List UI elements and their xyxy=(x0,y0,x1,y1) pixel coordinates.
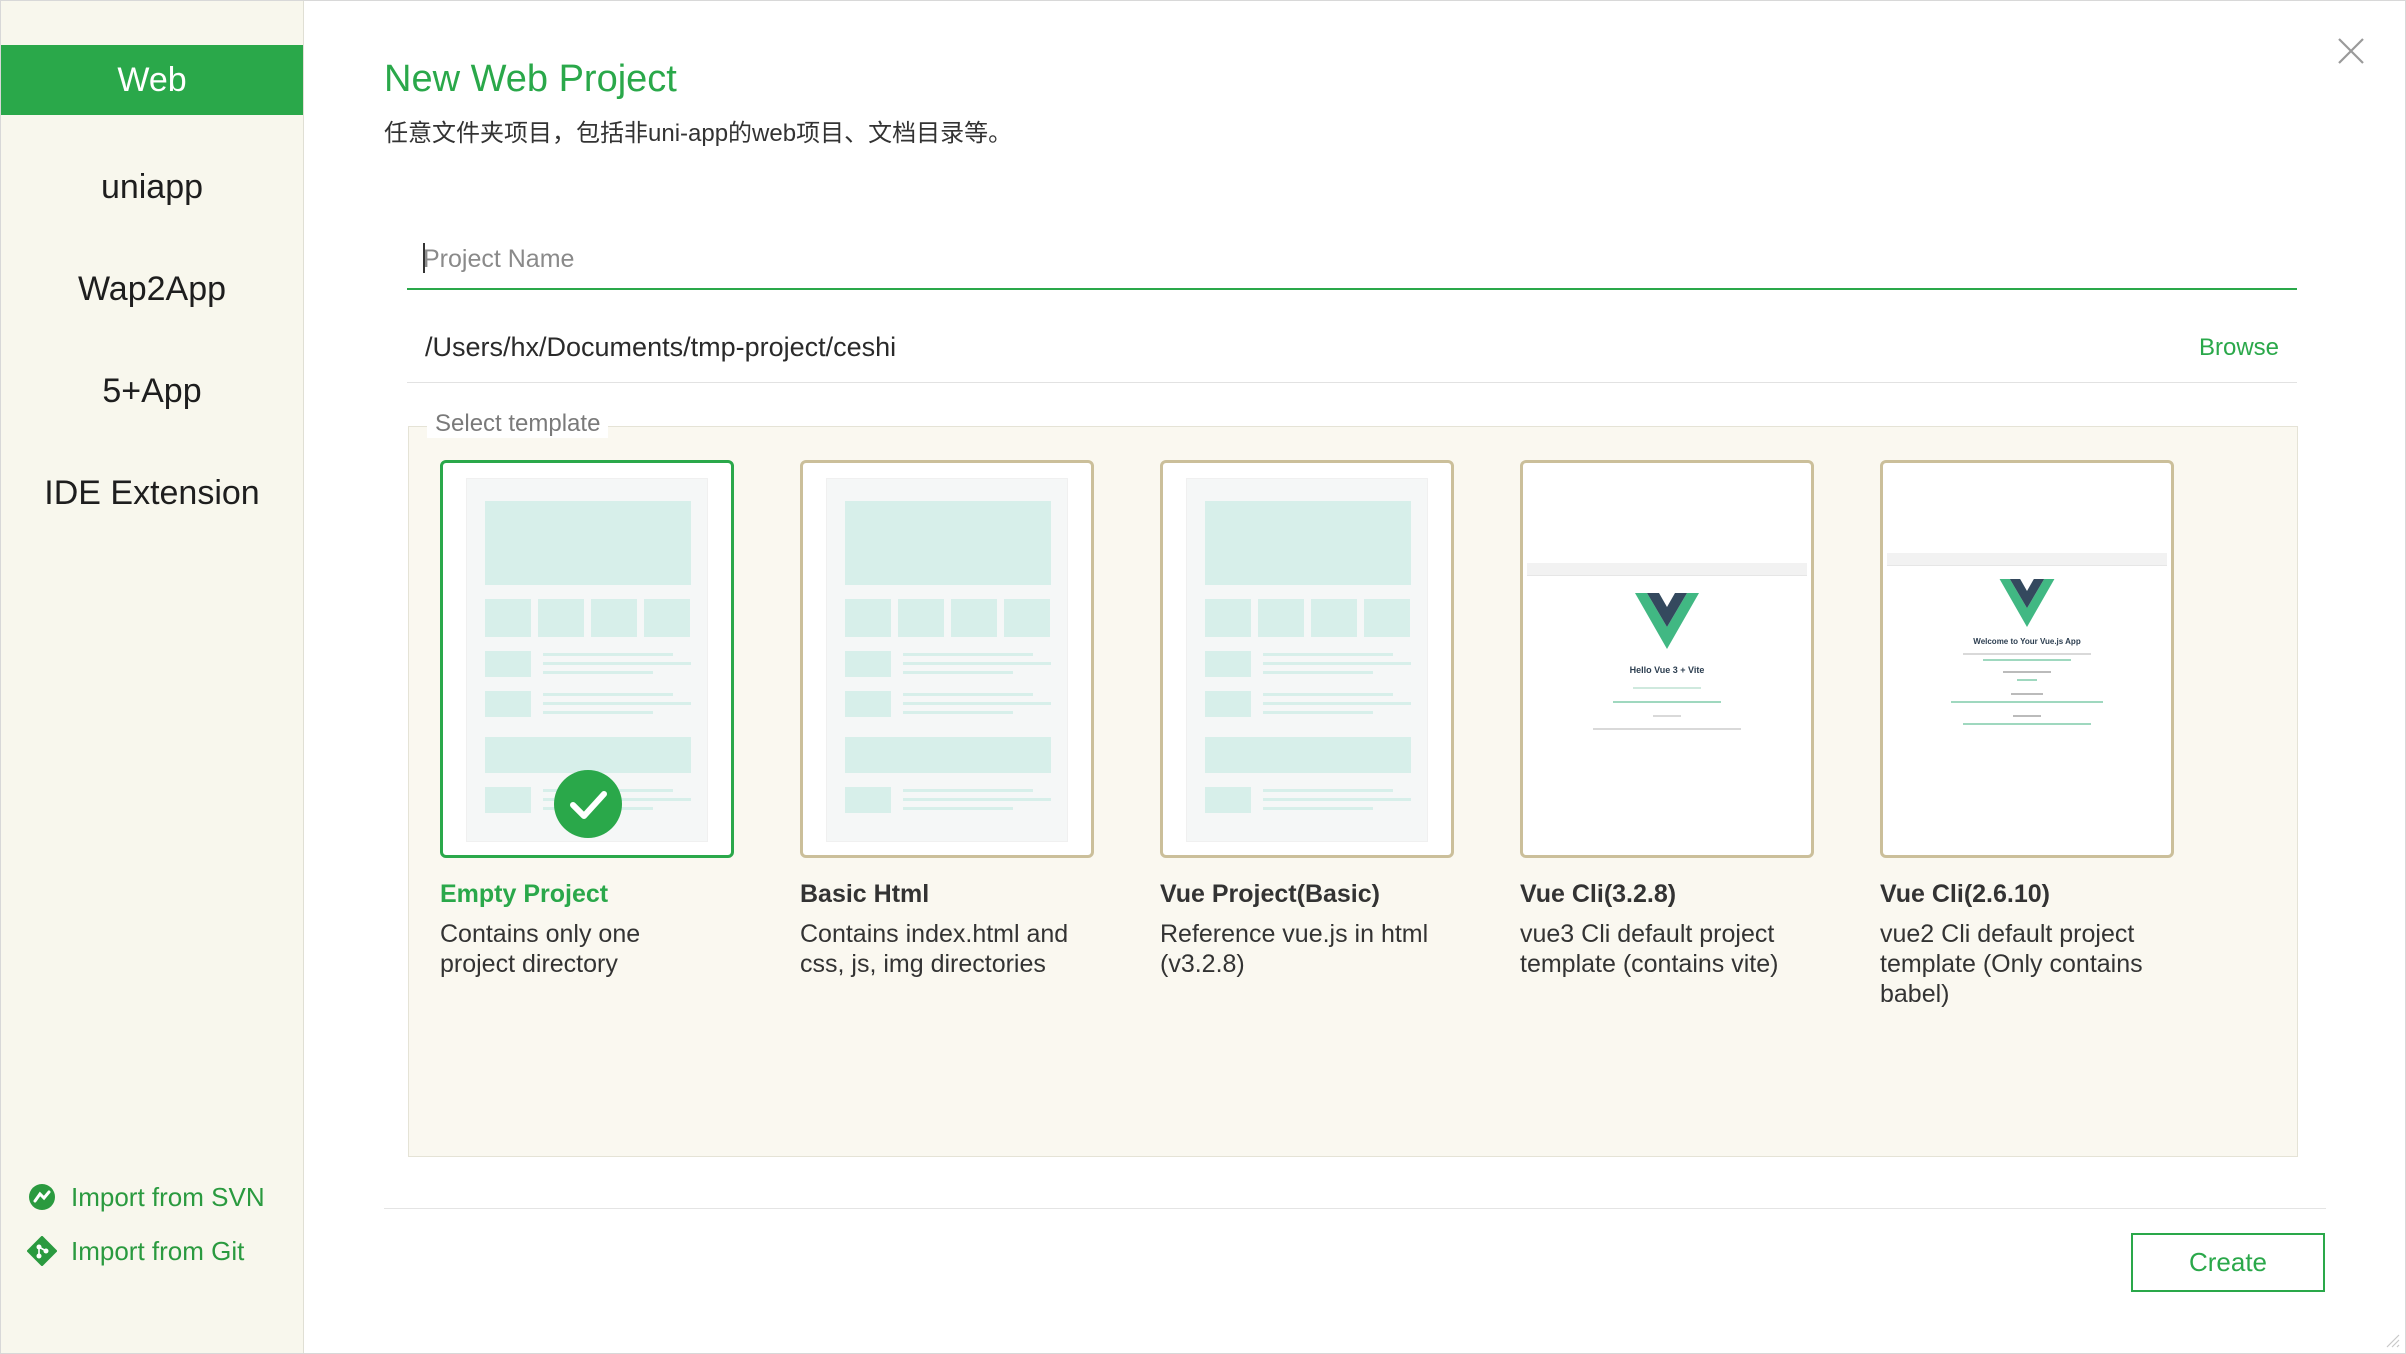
sidebar-item-uniapp[interactable]: uniapp xyxy=(1,152,303,222)
page-title: New Web Project xyxy=(384,58,677,100)
text-caret xyxy=(423,243,425,273)
template-desc: Contains index.html and css, js, img dir… xyxy=(800,920,1069,978)
template-card-basic-html[interactable] xyxy=(800,460,1094,858)
project-path-row: /Users/hx/Documents/tmp-project/ceshi Br… xyxy=(407,320,2297,383)
layout-sheet-icon xyxy=(827,479,1067,841)
template-card-vue-project-basic[interactable] xyxy=(1160,460,1454,858)
vue-cli-2-screenshot: Welcome to Your Vue.js App xyxy=(1887,553,2167,743)
sidebar-item-web[interactable]: Web xyxy=(1,45,303,115)
import-svn-label: Import from SVN xyxy=(71,1182,265,1212)
template-title: Empty Project xyxy=(440,880,609,908)
template-title: Basic Html xyxy=(800,880,930,908)
template-desc: vue2 Cli default project template (Only … xyxy=(1880,920,2143,1008)
template-card-vue-cli-3[interactable]: Hello Vue 3 + Vite xyxy=(1520,460,1814,858)
sidebar-item-ide-extension[interactable]: IDE Extension xyxy=(1,458,303,528)
template-legend: Select template xyxy=(427,410,609,438)
template-card-vue-cli-2[interactable]: Welcome to Your Vue.js App xyxy=(1880,460,2174,858)
vue-cli-3-screenshot: Hello Vue 3 + Vite xyxy=(1527,563,1807,753)
vue-logo-icon xyxy=(1635,593,1699,649)
footer-divider xyxy=(384,1208,2326,1209)
template-desc: Reference vue.js in html (v3.2.8) xyxy=(1160,920,1429,978)
git-icon xyxy=(27,1236,57,1267)
vue-cli-3-shot-heading: Hello Vue 3 + Vite xyxy=(1629,665,1705,675)
resize-grip-icon[interactable] xyxy=(2382,1330,2400,1348)
vue-cli-2-shot-heading: Welcome to Your Vue.js App xyxy=(1973,637,2081,646)
page-subtitle: 任意文件夹项目，包括非uni-app的web项目、文档目录等。 xyxy=(384,120,1013,147)
template-desc: vue3 Cli default project template (conta… xyxy=(1520,920,1779,978)
template-title: Vue Project(Basic) xyxy=(1160,880,1380,908)
check-circle-icon xyxy=(554,770,622,838)
sidebar-item-wap2app[interactable]: Wap2App xyxy=(1,254,303,324)
template-desc: Contains only one project directory xyxy=(440,920,641,978)
layout-sheet-icon xyxy=(1187,479,1427,841)
project-name-input[interactable] xyxy=(407,230,2297,290)
create-button[interactable]: Create xyxy=(2131,1233,2325,1292)
import-git-label: Import from Git xyxy=(71,1236,245,1266)
template-title: Vue Cli(2.6.10) xyxy=(1880,880,2050,908)
sidebar: Web uniapp Wap2App 5+App IDE Extension I… xyxy=(1,1,304,1353)
template-title: Vue Cli(3.2.8) xyxy=(1520,880,1677,908)
import-svn-link[interactable]: Import from SVN xyxy=(27,1177,265,1217)
close-icon[interactable] xyxy=(2336,36,2366,66)
vue-logo-icon xyxy=(1999,579,2055,627)
browse-button[interactable]: Browse xyxy=(2199,334,2279,362)
svn-icon xyxy=(29,1184,55,1211)
template-card-empty-project[interactable] xyxy=(440,460,734,858)
sidebar-item-5plusapp[interactable]: 5+App xyxy=(1,356,303,426)
import-git-link[interactable]: Import from Git xyxy=(27,1231,244,1271)
project-path-value[interactable]: /Users/hx/Documents/tmp-project/ceshi xyxy=(425,332,896,363)
